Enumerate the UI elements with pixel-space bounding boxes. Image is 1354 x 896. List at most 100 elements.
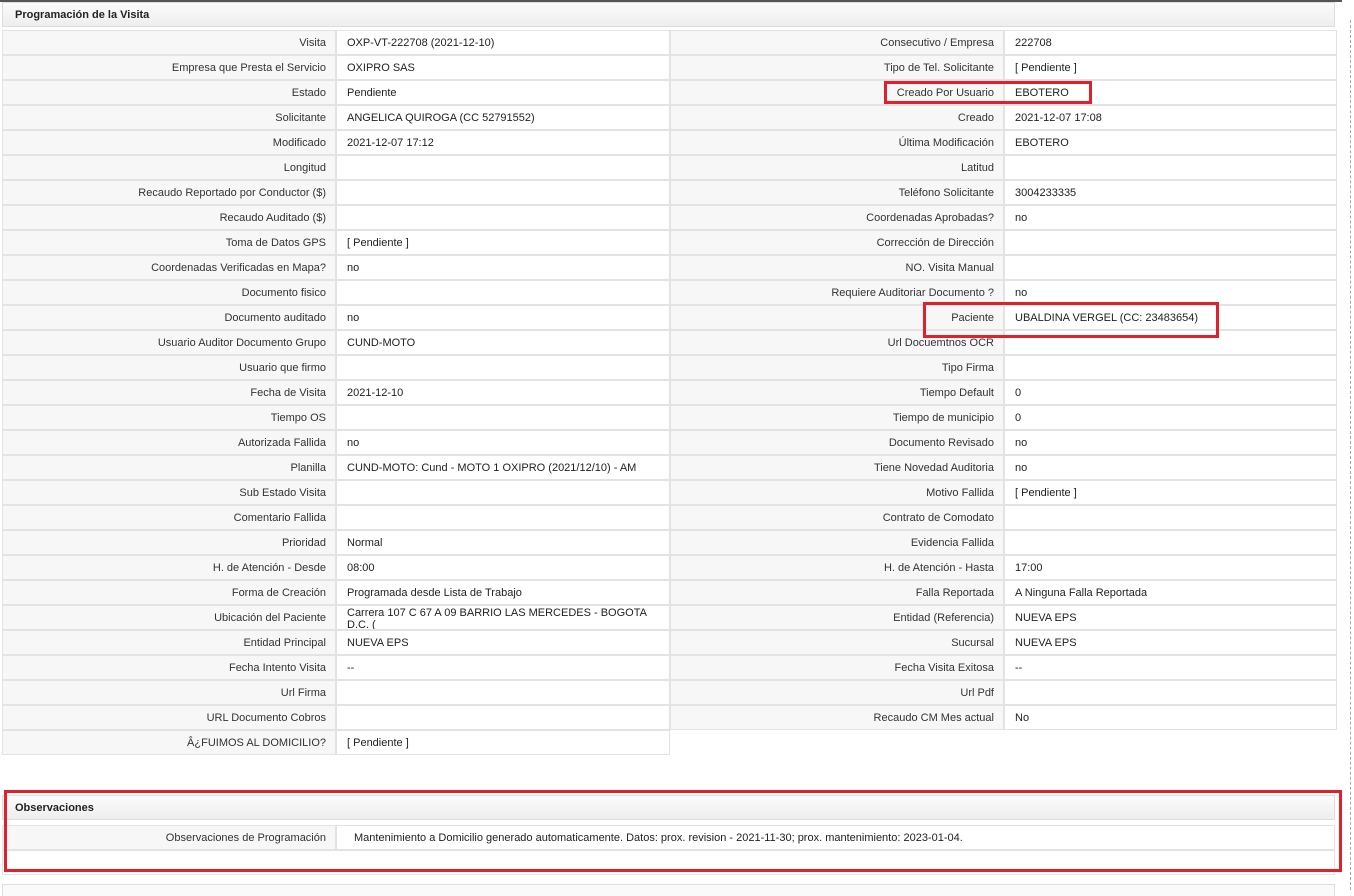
field-value-url-documento-cobros bbox=[336, 705, 670, 730]
field-label-coordenadas-aprobadas: Coordenadas Aprobadas? bbox=[670, 205, 1004, 230]
field-value-planilla: CUND-MOTO: Cund - MOTO 1 OXIPRO (2021/12… bbox=[336, 455, 670, 480]
field-value-falla-reportada: A Ninguna Falla Reportada bbox=[1004, 580, 1337, 605]
field-label-tiene-novedad-auditoria: Tiene Novedad Auditoria bbox=[670, 455, 1004, 480]
field-label-tipo-de-tel-solicitante: Tipo de Tel. Solicitante bbox=[670, 55, 1004, 80]
field-value-url-pdf bbox=[1004, 680, 1337, 705]
field-value-solicitante: ANGELICA QUIROGA (CC 52791552) bbox=[336, 105, 670, 130]
field-label-h-de-atencion-hasta: H. de Atención - Hasta bbox=[670, 555, 1004, 580]
field-label-estado: Estado bbox=[2, 80, 336, 105]
field-value-motivo-fallida: [ Pendiente ] bbox=[1004, 480, 1337, 505]
field-value-estado: Pendiente bbox=[336, 80, 670, 105]
field-label-documento-revisado: Documento Revisado bbox=[670, 430, 1004, 455]
field-label-creado: Creado bbox=[670, 105, 1004, 130]
field-label-autorizada-fallida: Autorizada Fallida bbox=[2, 430, 336, 455]
field-label-sub-estado-visita: Sub Estado Visita bbox=[2, 480, 336, 505]
field-label-no-visita-manual: NO. Visita Manual bbox=[670, 255, 1004, 280]
field-label-entidad-principal: Entidad Principal bbox=[2, 630, 336, 655]
field-label-entidad-referencia: Entidad (Referencia) bbox=[670, 605, 1004, 630]
next-panel-edge bbox=[2, 884, 1335, 896]
field-label-latitud: Latitud bbox=[670, 155, 1004, 180]
field-label-motivo-fallida: Motivo Fallida bbox=[670, 480, 1004, 505]
field-label-usuario-auditor-documento-grupo: Usuario Auditor Documento Grupo bbox=[2, 330, 336, 355]
field-value-longitud bbox=[336, 155, 670, 180]
section-title-programacion: Programación de la Visita bbox=[2, 2, 1335, 27]
field-label-evidencia-fallida: Evidencia Fallida bbox=[670, 530, 1004, 555]
field-label-consecutivo-empresa: Consecutivo / Empresa bbox=[670, 30, 1004, 55]
field-label-planilla: Planilla bbox=[2, 455, 336, 480]
field-value-entidad-principal: NUEVA EPS bbox=[336, 630, 670, 655]
field-label-falla-reportada: Falla Reportada bbox=[670, 580, 1004, 605]
field-value-documento-auditado: no bbox=[336, 305, 670, 330]
field-value-usuario-que-firmo bbox=[336, 355, 670, 380]
field-value-tipo-firma bbox=[1004, 355, 1337, 380]
field-value-sucursal: NUEVA EPS bbox=[1004, 630, 1337, 655]
field-value-telefono-solicitante: 3004233335 bbox=[1004, 180, 1337, 205]
field-value-creado: 2021-12-07 17:08 bbox=[1004, 105, 1337, 130]
field-value-recaudo-reportado-por-conductor bbox=[336, 180, 670, 205]
field-label-coordenadas-verificadas-en-mapa: Coordenadas Verificadas en Mapa? bbox=[2, 255, 336, 280]
field-value-prioridad: Normal bbox=[336, 530, 670, 555]
field-value-coordenadas-aprobadas: no bbox=[1004, 205, 1337, 230]
field-value-latitud bbox=[1004, 155, 1337, 180]
field-label-comentario-fallida: Comentario Fallida bbox=[2, 505, 336, 530]
field-label-tipo-firma: Tipo Firma bbox=[670, 355, 1004, 380]
field-value-comentario-fallida bbox=[336, 505, 670, 530]
field-label-prioridad: Prioridad bbox=[2, 530, 336, 555]
field-label-visita: Visita bbox=[2, 30, 336, 55]
field-label-telefono-solicitante: Teléfono Solicitante bbox=[670, 180, 1004, 205]
field-label-fecha-de-visita: Fecha de Visita bbox=[2, 380, 336, 405]
field-value-entidad-referencia: NUEVA EPS bbox=[1004, 605, 1337, 630]
field-value-fecha-de-visita: 2021-12-10 bbox=[336, 380, 670, 405]
field-label-correccion-de-direccion: Corrección de Dirección bbox=[670, 230, 1004, 255]
field-label-h-de-atencion-desde: H. de Atención - Desde bbox=[2, 555, 336, 580]
highlight-creado-por-usuario bbox=[884, 81, 1092, 104]
field-label-solicitante: Solicitante bbox=[2, 105, 336, 130]
field-value-toma-de-datos-gps: [ Pendiente ] bbox=[336, 230, 670, 255]
field-label-longitud: Longitud bbox=[2, 155, 336, 180]
field-label-tiempo-os: Tiempo OS bbox=[2, 405, 336, 430]
field-value-url-firma bbox=[336, 680, 670, 705]
field-value-fecha-intento-visita: -- bbox=[336, 655, 670, 680]
field-value-recaudo-auditado bbox=[336, 205, 670, 230]
field-value-sub-estado-visita bbox=[336, 480, 670, 505]
field-value-fecha-visita-exitosa: -- bbox=[1004, 655, 1337, 680]
field-value-forma-de-creacion: Programada desde Lista de Trabajo bbox=[336, 580, 670, 605]
field-label-tiempo-de-municipio: Tiempo de municipio bbox=[670, 405, 1004, 430]
field-label-ubicacion-del-paciente: Ubicación del Paciente bbox=[2, 605, 336, 630]
highlight-observaciones bbox=[4, 790, 1342, 872]
field-value-correccion-de-direccion bbox=[1004, 230, 1337, 255]
field-label-recaudo-reportado-por-conductor: Recaudo Reportado por Conductor ($) bbox=[2, 180, 336, 205]
field-label-recaudo-cm-mes-actual: Recaudo CM Mes actual bbox=[670, 705, 1004, 730]
field-value-h-de-atencion-hasta: 17:00 bbox=[1004, 555, 1337, 580]
highlight-paciente bbox=[923, 302, 1219, 338]
field-value-tipo-de-tel-solicitante: [ Pendiente ] bbox=[1004, 55, 1337, 80]
field-value-modificado: 2021-12-07 17:12 bbox=[336, 130, 670, 155]
field-value-empresa-que-presta-el-servicio: OXIPRO SAS bbox=[336, 55, 670, 80]
field-value-tiempo-de-municipio: 0 bbox=[1004, 405, 1337, 430]
field-label-fecha-intento-visita: Fecha Intento Visita bbox=[2, 655, 336, 680]
dashed-separator bbox=[1350, 20, 1351, 890]
field-value-recaudo-cm-mes-actual: No bbox=[1004, 705, 1337, 730]
field-label-usuario-que-firmo: Usuario que firmo bbox=[2, 355, 336, 380]
field-value-visita: OXP-VT-222708 (2021-12-10) bbox=[336, 30, 670, 55]
field-label-recaudo-auditado: Recaudo Auditado ($) bbox=[2, 205, 336, 230]
field-label-toma-de-datos-gps: Toma de Datos GPS bbox=[2, 230, 336, 255]
field-value-usuario-auditor-documento-grupo: CUND-MOTO bbox=[336, 330, 670, 355]
field-value-evidencia-fallida bbox=[1004, 530, 1337, 555]
field-label-empresa-que-presta-el-servicio: Empresa que Presta el Servicio bbox=[2, 55, 336, 80]
field-value-autorizada-fallida: no bbox=[336, 430, 670, 455]
field-label-modificado: Modificado bbox=[2, 130, 336, 155]
field-value-tiempo-default: 0 bbox=[1004, 380, 1337, 405]
field-label-url-pdf: Url Pdf bbox=[670, 680, 1004, 705]
field-value-no-visita-manual bbox=[1004, 255, 1337, 280]
field-value-fuimos-al-domicilio: [ Pendiente ] bbox=[336, 730, 670, 755]
field-label-sucursal: Sucursal bbox=[670, 630, 1004, 655]
field-value-ultima-modificacion: EBOTERO bbox=[1004, 130, 1337, 155]
field-label-contrato-de-comodato: Contrato de Comodato bbox=[670, 505, 1004, 530]
field-value-documento-fisico bbox=[336, 280, 670, 305]
field-value-coordenadas-verificadas-en-mapa: no bbox=[336, 255, 670, 280]
field-value-ubicacion-del-paciente: Carrera 107 C 67 A 09 BARRIO LAS MERCEDE… bbox=[336, 605, 670, 630]
field-label-forma-de-creacion: Forma de Creación bbox=[2, 580, 336, 605]
field-value-documento-revisado: no bbox=[1004, 430, 1337, 455]
field-label-url-documento-cobros: URL Documento Cobros bbox=[2, 705, 336, 730]
